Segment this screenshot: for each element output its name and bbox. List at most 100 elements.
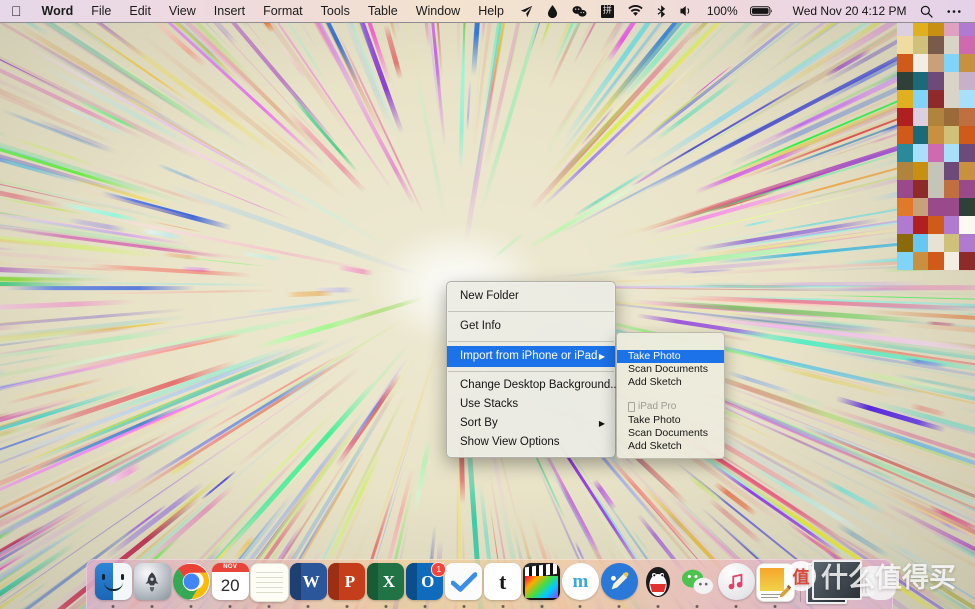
battery-icon[interactable] [743, 5, 781, 17]
dock-item-outlook[interactable]: O1 [405, 563, 444, 609]
menu-bar:  Word File Edit View Insert Format Tool… [0, 0, 975, 22]
menu-item-word[interactable]: Word [33, 0, 83, 22]
drop-icon[interactable] [540, 5, 565, 18]
dock-running-indicator [423, 605, 426, 608]
input-method-label: 拼 [601, 5, 614, 18]
airdrop-icon[interactable] [513, 5, 540, 18]
submenu-item-label: Add Sketch [628, 440, 682, 453]
submenu-item-add-sketch-ipad[interactable]: Add Sketch [617, 440, 724, 453]
context-menu-item-new-folder[interactable]: New Folder [447, 286, 615, 307]
context-menu-separator [448, 341, 614, 342]
submenu-item-scan-documents-ipad[interactable]: Scan Documents [617, 427, 724, 440]
watermark-logo: 值 [786, 561, 816, 591]
dock-badge-outlook: 1 [431, 562, 446, 577]
menu-item-table[interactable]: Table [359, 0, 407, 22]
desktop-context-menu: New Folder Get Info Import from iPhone o… [446, 281, 616, 458]
control-center-icon[interactable] [968, 6, 975, 17]
dock-item-notes[interactable] [250, 563, 289, 609]
dock-item-final-cut-pro[interactable] [522, 563, 561, 609]
context-menu-item-show-view-options[interactable]: Show View Options [447, 433, 615, 452]
chevron-right-icon: ▶ [599, 353, 605, 361]
ellipsis-icon[interactable] [940, 9, 968, 14]
context-menu-item-use-stacks[interactable]: Use Stacks [447, 395, 615, 414]
dock-running-indicator [190, 605, 193, 608]
dock-running-indicator [618, 605, 621, 608]
submenu-item-label: Scan Documents [628, 427, 708, 440]
submenu-item-add-sketch-iphone[interactable]: Add Sketch [617, 376, 724, 389]
context-menu-label: Change Desktop Background... [460, 376, 620, 395]
submenu-item-take-photo-ipad[interactable]: Take Photo [617, 414, 724, 427]
context-menu-item-import-from-iphone-or-ipad[interactable]: Import from iPhone or iPad ▶ [447, 346, 615, 367]
dock-running-indicator [345, 605, 348, 608]
desktop-screen: Page 6 of 6 2206 words ⌫ Chinese (China)… [0, 0, 975, 609]
dock-running-indicator [579, 605, 582, 608]
wechat-icon[interactable] [565, 5, 594, 18]
context-menu-label: Show View Options [460, 433, 560, 452]
context-menu-item-change-desktop-background[interactable]: Change Desktop Background... [447, 376, 615, 395]
dock-item-powerpoint[interactable]: P [328, 563, 367, 609]
dock-running-indicator [229, 605, 232, 608]
dock-item-mweb[interactable]: m [561, 563, 600, 609]
dock-item-word[interactable]: W [289, 563, 328, 609]
menu-item-view[interactable]: View [160, 0, 205, 22]
dock-item-calendar[interactable]: NOV 20 [211, 563, 250, 609]
dock-item-chrome[interactable] [172, 563, 211, 609]
dock-running-indicator [501, 605, 504, 608]
context-menu-item-get-info[interactable]: Get Info [447, 316, 615, 337]
menu-item-window[interactable]: Window [407, 0, 469, 22]
pixelated-mosaic-region [897, 18, 975, 270]
dock-running-indicator [540, 605, 543, 608]
volume-icon[interactable] [673, 5, 699, 17]
dock-item-finder[interactable] [94, 563, 133, 609]
dock-running-indicator [657, 605, 660, 608]
ipad-icon [628, 402, 635, 412]
bluetooth-icon[interactable] [650, 5, 673, 18]
dock-running-indicator [384, 605, 387, 608]
context-menu-label: Get Info [460, 316, 501, 337]
iphone-icon [628, 338, 635, 348]
submenu-device-label: iPhone [638, 336, 669, 350]
menu-item-tools[interactable]: Tools [312, 0, 359, 22]
dock-item-qq[interactable] [639, 563, 678, 609]
dock-running-indicator [307, 605, 310, 608]
submenu-item-scan-documents-iphone[interactable]: Scan Documents [617, 363, 724, 376]
calendar-day: 20 [212, 572, 249, 600]
submenu-item-take-photo-iphone[interactable]: Take Photo [617, 350, 724, 363]
dock-item-sketch-editor[interactable] [600, 563, 639, 609]
submenu-item-label: Take Photo [628, 414, 681, 427]
chevron-right-icon: ▶ [599, 420, 605, 428]
menu-item-edit[interactable]: Edit [120, 0, 160, 22]
menu-item-file[interactable]: File [82, 0, 120, 22]
input-method-pinyin-icon[interactable]: 拼 [594, 5, 621, 18]
submenu-item-label: Take Photo [628, 350, 681, 363]
submenu-device-label: iPad Pro [638, 400, 676, 414]
dock-item-launchpad[interactable] [133, 563, 172, 609]
context-menu-item-sort-by[interactable]: Sort By ▶ [447, 414, 615, 433]
context-menu-label: Sort By [460, 414, 498, 433]
submenu-item-label: Scan Documents [628, 363, 708, 376]
dock-item-itunes[interactable] [717, 563, 756, 609]
calendar-month: NOV [212, 563, 249, 572]
dock-item-wechat[interactable] [678, 563, 717, 609]
dock-item-tumblr[interactable]: t [483, 563, 522, 609]
dock: NOV 20 W P X O 1 t m [86, 559, 893, 609]
menu-item-insert[interactable]: Insert [205, 0, 254, 22]
import-device-submenu: iPhone Take Photo Scan Documents Add Ske… [616, 332, 725, 459]
battery-percent[interactable]: 100% [699, 0, 743, 22]
context-menu-separator [448, 311, 614, 312]
dock-running-indicator [462, 605, 465, 608]
menu-item-format[interactable]: Format [254, 0, 312, 22]
submenu-device-header-ipad-pro: iPad Pro [617, 400, 724, 414]
wifi-icon[interactable] [621, 5, 650, 17]
menu-bar-status-area: 拼 100% Wed Nov 20 4:12 PM [513, 0, 975, 22]
context-menu-separator [448, 371, 614, 372]
submenu-gap [617, 389, 724, 400]
apple-logo-icon[interactable]:  [0, 0, 33, 22]
menubar-datetime[interactable]: Wed Nov 20 4:12 PM [781, 0, 914, 22]
dock-item-things[interactable] [444, 563, 483, 609]
dock-item-excel[interactable]: X [366, 563, 405, 609]
dock-running-indicator [735, 605, 738, 608]
search-icon[interactable] [913, 5, 940, 18]
dock-running-indicator [151, 605, 154, 608]
menu-item-help[interactable]: Help [469, 0, 513, 22]
